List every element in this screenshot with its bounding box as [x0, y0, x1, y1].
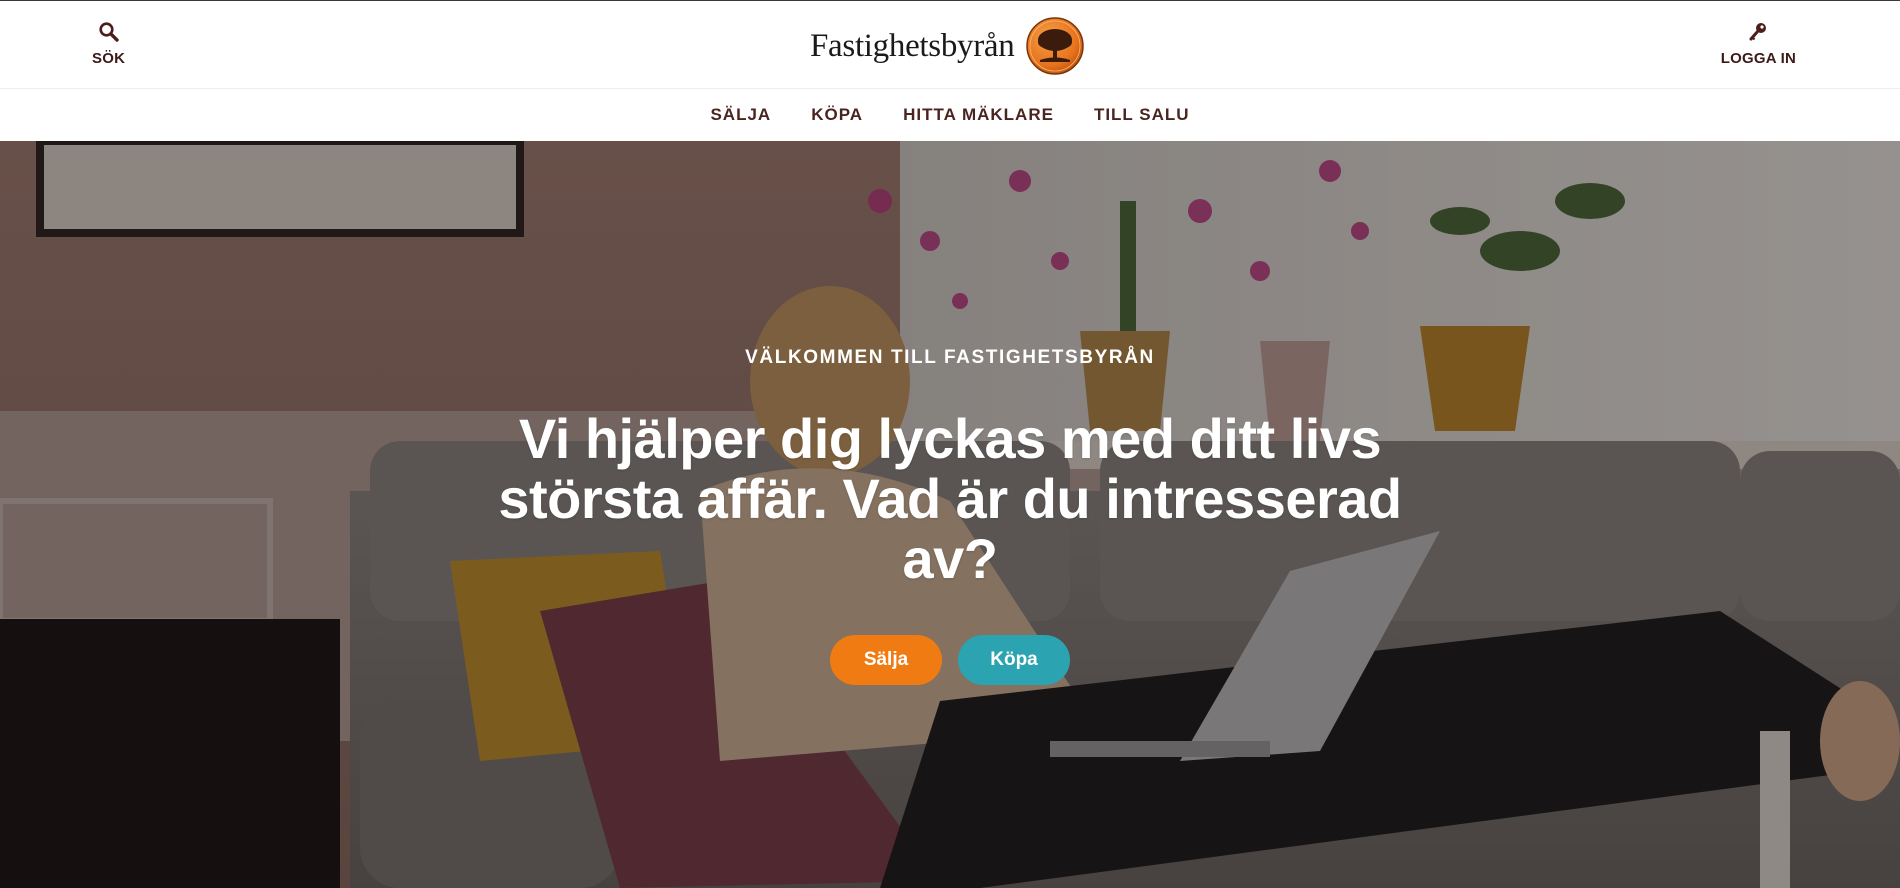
login-button[interactable]: LOGGA IN: [1721, 21, 1796, 67]
tree-emblem-logo: [1026, 17, 1085, 75]
search-label: SÖK: [92, 50, 126, 67]
hero-cta-group: Sälja Köpa: [0, 635, 1900, 685]
main-nav: SÄLJA KÖPA HITTA MÄKLARE TILL SALU: [0, 89, 1900, 141]
search-icon: [98, 22, 119, 42]
nav-item-salja[interactable]: SÄLJA: [710, 105, 771, 125]
login-label: LOGGA IN: [1720, 50, 1796, 67]
nav-item-hitta-maklare[interactable]: HITTA MÄKLARE: [903, 105, 1054, 125]
nav-item-till-salu[interactable]: TILL SALU: [1094, 105, 1190, 125]
brand-home-link[interactable]: Fastighetsbyrån: [810, 17, 1085, 75]
hero-content: VÄLKOMMEN TILL FASTIGHETSBYRÅN Vi hjälpe…: [0, 141, 1900, 888]
page: SÖK Fastighetsbyrån LOGGA IN SÄLJA KÖPA …: [0, 0, 1900, 888]
nav-item-kopa[interactable]: KÖPA: [811, 105, 863, 125]
key-icon: [1749, 23, 1767, 41]
search-button[interactable]: SÖK: [92, 21, 125, 67]
sell-button[interactable]: Sälja: [830, 635, 942, 685]
brand-name: Fastighetsbyrån: [810, 27, 1015, 64]
buy-button[interactable]: Köpa: [958, 635, 1070, 685]
hero-section: VÄLKOMMEN TILL FASTIGHETSBYRÅN Vi hjälpe…: [0, 141, 1900, 888]
hero-eyebrow: VÄLKOMMEN TILL FASTIGHETSBYRÅN: [745, 347, 1155, 368]
hero-headline: Vi hjälper dig lyckas med ditt livs stör…: [498, 407, 1402, 590]
site-header: SÖK Fastighetsbyrån LOGGA IN: [0, 0, 1900, 89]
